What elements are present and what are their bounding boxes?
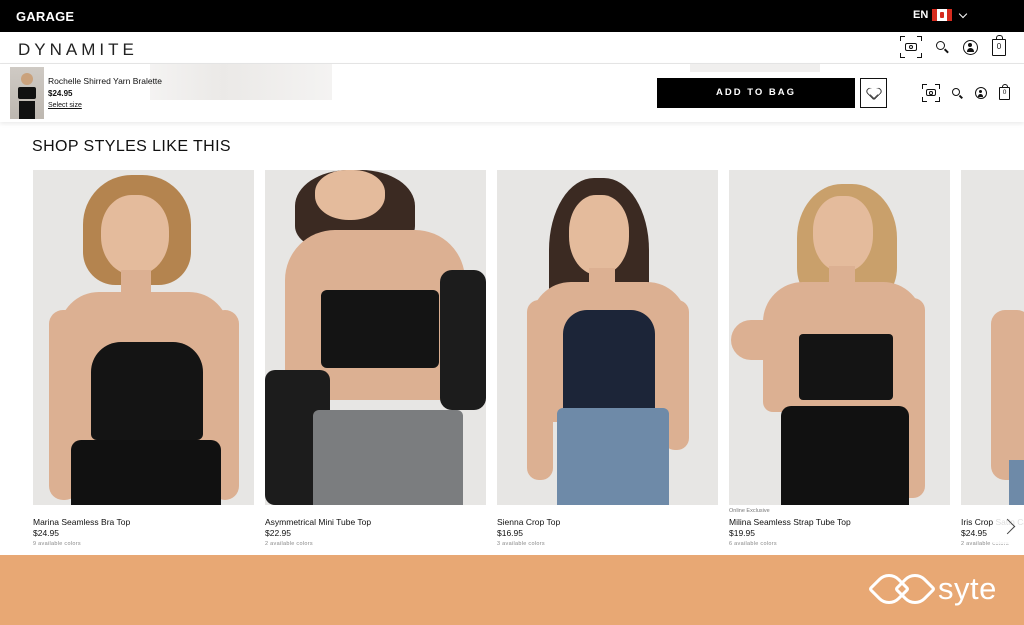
syte-logo-text: syte [938,571,997,606]
wishlist-button[interactable] [860,78,887,108]
available-colors: 3 available colors [497,541,545,547]
product-price: $24.95 [961,528,987,538]
product-card[interactable]: Online Exclusive Milina Seamless Strap T… [729,170,950,555]
brand-logo[interactable]: DYNAMITE [18,40,138,60]
product-image[interactable] [729,170,950,505]
carousel-next-arrow-icon[interactable] [993,510,1024,544]
visual-search-camera-icon[interactable] [922,84,940,102]
visual-search-camera-icon[interactable] [900,36,922,58]
online-exclusive-badge: Online Exclusive [729,508,770,514]
product-carousel: Marina Seamless Bra Top $24.95 9 availab… [0,170,1024,555]
product-name[interactable]: Asymmetrical Mini Tube Top [265,517,371,527]
add-to-bag-button[interactable]: ADD TO BAG [657,78,855,108]
language-label: EN [913,9,929,21]
product-price: $16.95 [497,528,523,538]
canada-flag-icon [932,9,953,21]
available-colors: 9 available colors [33,541,81,547]
sticky-product-bar: Rochelle Shirred Yarn Bralette $24.95 Se… [0,64,1024,122]
product-image[interactable] [497,170,718,505]
heart-icon [868,88,880,99]
chevron-down-icon [959,9,968,18]
product-image[interactable] [265,170,486,505]
account-icon[interactable] [975,87,987,99]
language-selector[interactable]: EN [913,9,968,21]
garage-store-link[interactable]: GARAGE [16,9,74,24]
available-colors: 2 available colors [265,541,313,547]
product-thumbnail[interactable] [10,67,44,119]
blurred-background [690,64,820,72]
cart-icon[interactable]: 0 [992,34,1006,56]
brand-header: DYNAMITE 0 [0,32,1024,64]
product-card[interactable]: Sienna Crop Top $16.95 3 available color… [497,170,718,555]
select-size-link[interactable]: Select size [48,102,82,109]
product-name[interactable]: Sienna Crop Top [497,517,560,527]
account-icon[interactable] [963,39,978,55]
syte-infinity-icon [867,567,937,611]
product-price: $19.95 [729,528,755,538]
search-icon[interactable] [952,87,963,99]
product-image[interactable] [33,170,254,505]
product-card[interactable]: Marina Seamless Bra Top $24.95 9 availab… [33,170,254,555]
product-image[interactable] [961,170,1024,505]
product-name[interactable]: Marina Seamless Bra Top [33,517,130,527]
sticky-product-price: $24.95 [48,89,73,98]
available-colors: 6 available colors [729,541,777,547]
product-price: $24.95 [33,528,59,538]
section-title: SHOP STYLES LIKE THIS [32,138,231,155]
product-price: $22.95 [265,528,291,538]
search-icon[interactable] [936,40,949,54]
blurred-background [150,64,332,100]
top-bar: GARAGE EN [0,0,1024,32]
sticky-product-name: Rochelle Shirred Yarn Bralette [48,76,163,86]
product-name[interactable]: Milina Seamless Strap Tube Top [729,517,851,527]
syte-logo: syte [867,567,997,611]
cart-icon[interactable]: 0 [999,83,1010,100]
product-card[interactable]: Asymmetrical Mini Tube Top $22.95 2 avai… [265,170,486,555]
product-card[interactable]: Iris Crop Satin Ca $24.95 2 available co… [961,170,1024,555]
